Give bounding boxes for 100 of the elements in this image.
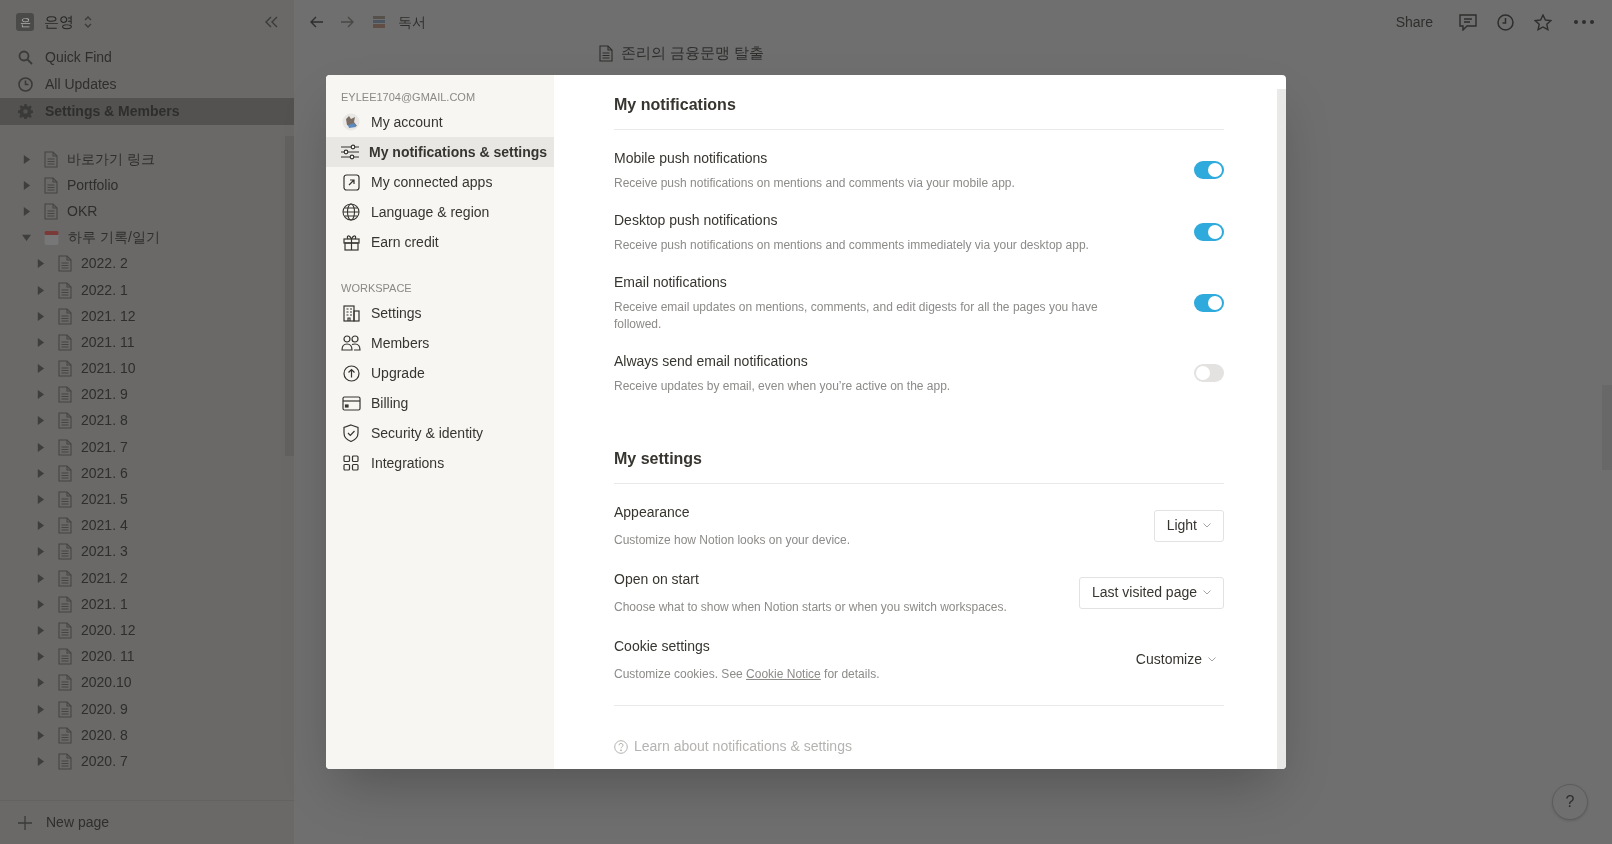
expanded-triangle-icon[interactable]: [22, 233, 31, 243]
collapsed-triangle-icon[interactable]: [36, 521, 45, 531]
settings-menu-item[interactable]: My notifications & settings: [326, 137, 554, 167]
toggle-switch[interactable]: [1194, 293, 1224, 312]
back-arrow-icon[interactable]: [310, 16, 324, 28]
collapsed-triangle-icon[interactable]: [36, 285, 45, 295]
collapsed-triangle-icon[interactable]: [22, 206, 31, 216]
sidebar-page-item[interactable]: OKR: [0, 198, 282, 225]
collapsed-triangle-icon[interactable]: [36, 678, 45, 688]
page-icon: [58, 464, 72, 482]
sidebar-page-item[interactable]: 2020. 7: [0, 748, 282, 775]
scrollbar-thumb[interactable]: [1277, 89, 1286, 769]
breadcrumb-link[interactable]: 독서: [398, 11, 426, 33]
settings-menu-item[interactable]: Security & identity: [326, 418, 554, 448]
sidebar-page-item[interactable]: 2022. 1: [0, 276, 282, 304]
settings-menu-item[interactable]: Members: [326, 328, 554, 358]
toggle-switch[interactable]: [1194, 364, 1224, 382]
collapsed-triangle-icon[interactable]: [36, 652, 45, 662]
section-title: My settings: [614, 449, 703, 469]
sidebar-page-item[interactable]: 2020. 11: [0, 643, 282, 670]
collapsed-triangle-icon[interactable]: [36, 259, 45, 269]
clock-icon[interactable]: [1497, 13, 1514, 31]
sidebar-page-item[interactable]: 2020. 9: [0, 695, 282, 723]
setting-description: Choose what to show when Notion starts or when you switch workspaces.: [614, 599, 1008, 616]
dropdown-button[interactable]: Light: [1153, 509, 1224, 542]
sidebar-page-item[interactable]: 2021. 5: [0, 486, 282, 513]
collapsed-triangle-icon[interactable]: [36, 311, 45, 321]
collapsed-triangle-icon[interactable]: [36, 364, 45, 374]
cookie-notice-link[interactable]: Cookie Notice: [746, 667, 821, 681]
toggle-switch[interactable]: [1194, 223, 1224, 241]
sidebar-page-item[interactable]: 2021. 12: [0, 303, 282, 330]
settings-menu-item[interactable]: Billing: [326, 388, 554, 418]
collapsed-triangle-icon[interactable]: [36, 390, 45, 400]
sidebar-page-item[interactable]: 2020.10: [0, 669, 282, 696]
page-icon: [599, 44, 613, 62]
clock-icon: [18, 77, 33, 92]
new-page-button[interactable]: New page: [0, 800, 294, 844]
sidebar-page-item[interactable]: 2021. 8: [0, 407, 282, 435]
collapsed-triangle-icon[interactable]: [36, 599, 45, 609]
comment-icon[interactable]: [1459, 13, 1477, 31]
sidebar-page-item[interactable]: 2021. 3: [0, 538, 282, 565]
sidebar-page-item[interactable]: 하루 기록/일기: [0, 224, 282, 251]
toggle-switch[interactable]: [1194, 161, 1224, 179]
calendar-icon: [44, 229, 59, 246]
help-link[interactable]: Learn about notifications & settings: [614, 736, 1224, 757]
page-icon: [58, 752, 72, 770]
collapsed-triangle-icon[interactable]: [36, 337, 45, 347]
collapsed-triangle-icon[interactable]: [36, 730, 45, 740]
sidebar-page-item[interactable]: 2020. 12: [0, 617, 282, 644]
page-icon: [44, 202, 58, 220]
workspace-name[interactable]: 은영: [44, 10, 74, 34]
sidebar-page-item[interactable]: 2021. 4: [0, 512, 282, 539]
share-button[interactable]: Share: [1395, 11, 1433, 33]
collapsed-triangle-icon[interactable]: [36, 625, 45, 635]
page-icon: [58, 543, 72, 561]
sidebar-page-item[interactable]: 바로가기 링크: [0, 146, 282, 173]
sidebar-page-item[interactable]: 2021. 9: [0, 381, 282, 408]
settings-menu-item[interactable]: Upgrade: [326, 358, 554, 388]
sidebar-page-item[interactable]: 2021. 11: [0, 329, 282, 356]
star-icon[interactable]: [1534, 13, 1552, 31]
setting-description: Receive updates by email, even when you’re active on the app.: [614, 378, 952, 395]
page-icon: [58, 281, 72, 299]
sidebar-page-item[interactable]: 2021. 2: [0, 565, 282, 592]
sidebar-page-item[interactable]: 2022. 2: [0, 250, 282, 277]
sidebar-page-item[interactable]: 2021. 6: [0, 460, 282, 487]
collapsed-triangle-icon[interactable]: [36, 416, 45, 426]
page-icon: [58, 360, 72, 378]
collapsed-triangle-icon[interactable]: [36, 495, 45, 505]
collapsed-triangle-icon[interactable]: [36, 547, 45, 557]
dropdown-button[interactable]: Last visited page: [1078, 576, 1224, 609]
settings-menu-item[interactable]: Language & region: [326, 197, 554, 227]
collapsed-triangle-icon[interactable]: [36, 442, 45, 452]
collapse-sidebar-icon[interactable]: [264, 16, 278, 28]
collapsed-triangle-icon[interactable]: [36, 468, 45, 478]
help-button[interactable]: ?: [1552, 784, 1588, 820]
collapsed-triangle-icon[interactable]: [22, 154, 31, 164]
collapsed-triangle-icon[interactable]: [36, 704, 45, 714]
chevron-updown-icon[interactable]: [84, 16, 92, 28]
settings-menu-item[interactable]: Settings: [326, 298, 554, 328]
forward-arrow-icon[interactable]: [340, 16, 354, 28]
page-icon: [58, 307, 72, 325]
gift-icon: [342, 233, 360, 251]
collapsed-triangle-icon[interactable]: [36, 573, 45, 583]
setting-title: Appearance: [614, 503, 691, 522]
chevron-down-icon: [1203, 523, 1211, 528]
dropdown-button[interactable]: Customize: [1127, 643, 1224, 676]
settings-menu-item[interactable]: Integrations: [326, 448, 554, 478]
setting-title: Open on start: [614, 570, 700, 589]
sidebar-page-item[interactable]: 2021. 10: [0, 355, 282, 382]
sidebar-page-item[interactable]: Portfolio: [0, 172, 282, 199]
more-icon[interactable]: [1574, 20, 1594, 24]
sidebar-page-item[interactable]: 2020. 8: [0, 722, 282, 749]
sidebar-page-item[interactable]: 2021. 7: [0, 434, 282, 461]
collapsed-triangle-icon[interactable]: [22, 180, 31, 190]
setting-description: Receive push notifications on mentions and comments immediately via your desktop app.: [614, 237, 1090, 254]
settings-menu-item[interactable]: Earn credit: [326, 227, 554, 257]
settings-menu-item[interactable]: My connected apps: [326, 167, 554, 197]
settings-menu-item[interactable]: My account: [326, 107, 554, 137]
collapsed-triangle-icon[interactable]: [36, 756, 45, 766]
sidebar-page-item[interactable]: 2021. 1: [0, 591, 282, 618]
